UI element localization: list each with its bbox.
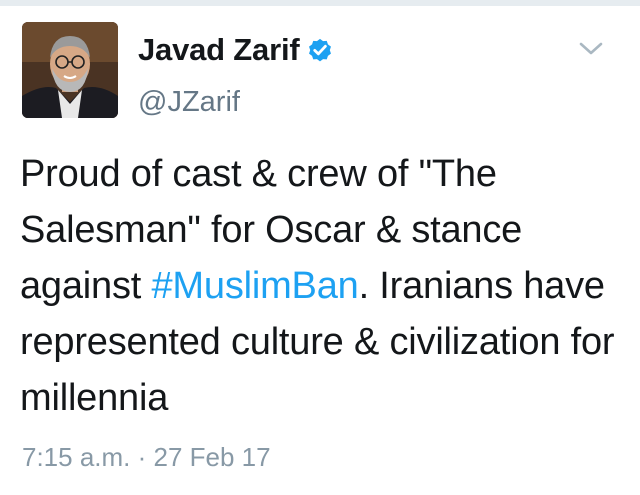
verified-badge-icon <box>306 36 334 64</box>
chevron-down-icon[interactable] <box>578 40 604 58</box>
author-name[interactable]: Javad Zarif <box>138 32 300 68</box>
avatar[interactable] <box>22 22 118 118</box>
author-row: Javad Zarif <box>138 30 334 70</box>
tweet-text: Proud of cast & crew of "The Salesman" f… <box>20 146 620 426</box>
author-handle[interactable]: @JZarif <box>138 86 240 119</box>
tweet-card: Javad Zarif @JZarif Proud of cast & crew… <box>0 0 640 495</box>
tweet-timestamp[interactable]: 7:15 a.m. · 27 Feb 17 <box>22 442 271 473</box>
divider <box>0 0 640 6</box>
hashtag-link[interactable]: #MuslimBan <box>152 265 359 307</box>
